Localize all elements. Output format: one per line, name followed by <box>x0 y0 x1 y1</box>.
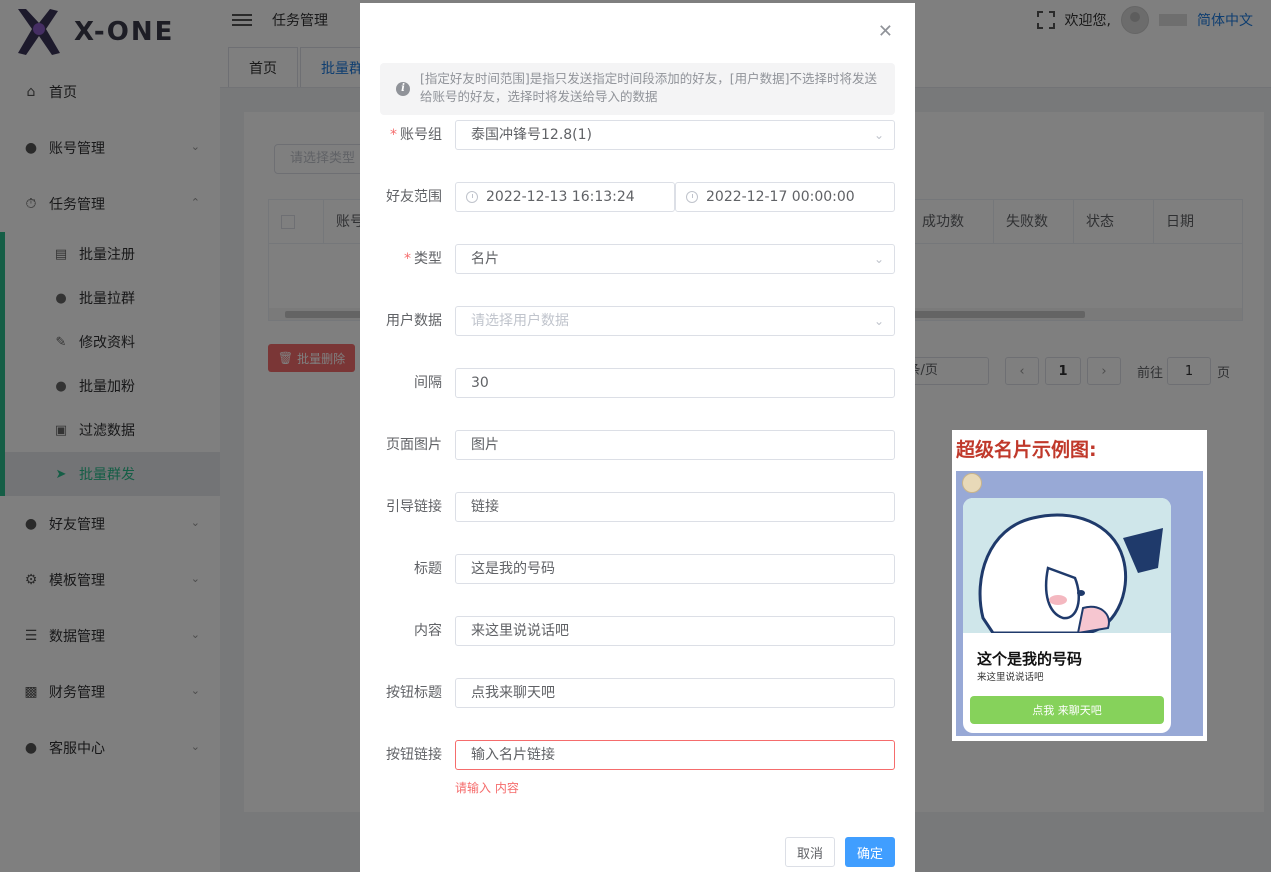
title-input[interactable]: 这是我的号码 <box>455 554 895 584</box>
user-data-select[interactable]: 请选择用户数据 ⌄ <box>455 306 895 336</box>
example-card-button: 点我 来聊天吧 <box>970 696 1164 724</box>
cancel-button[interactable]: 取消 <box>785 837 835 867</box>
send-task-dialog: ✕ i [指定好友时间范围]是指只发送指定时间段添加的好友，[用户数据]不选择时… <box>360 3 915 872</box>
end-date-input[interactable]: 2022-12-17 00:00:00 <box>675 182 895 212</box>
chevron-down-icon: ⌄ <box>873 314 884 328</box>
mini-avatar <box>962 473 982 493</box>
example-image <box>963 498 1171 633</box>
example-card-subtitle: 来这里说说话吧 <box>977 672 1044 683</box>
info-alert: i [指定好友时间范围]是指只发送指定时间段添加的好友，[用户数据]不选择时将发… <box>380 63 895 115</box>
sheep-illustration <box>963 498 1171 633</box>
form-row-account-group: * 账号组 泰国冲锋号12.8(1) ⌄ <box>360 120 915 150</box>
page-image-input[interactable]: 图片 <box>455 430 895 460</box>
field-label: 间隔 <box>414 375 442 391</box>
confirm-button[interactable]: 确定 <box>845 837 895 867</box>
super-card-example: 超级名片示例图: 这个是我的号码 来这里说说话吧 点我 来聊天吧 <box>952 430 1207 741</box>
form-row-content: 内容 来这里说说话吧 <box>360 616 915 646</box>
interval-input[interactable]: 30 <box>455 368 895 398</box>
form-row-type: * 类型 名片 ⌄ <box>360 244 915 274</box>
form-row-button-title: 按钮标题 点我来聊天吧 <box>360 678 915 708</box>
button-link-input[interactable]: 输入名片链接 <box>455 740 895 770</box>
form-row-interval: 间隔 30 <box>360 368 915 398</box>
chevron-down-icon: ⌄ <box>873 128 884 142</box>
validation-error: 请输入 内容 <box>455 781 519 795</box>
field-label: 按钮标题 <box>386 685 442 701</box>
type-select[interactable]: 名片 ⌄ <box>455 244 895 274</box>
form-row-title: 标题 这是我的号码 <box>360 554 915 584</box>
form-row-button-link: 按钮链接 输入名片链接 <box>360 740 915 770</box>
field-label: 好友范围 <box>386 189 442 205</box>
field-label: 用户数据 <box>386 313 442 329</box>
field-label: * 账号组 <box>390 127 442 143</box>
info-icon: i <box>396 82 410 96</box>
example-card: 这个是我的号码 来这里说说话吧 点我 来聊天吧 <box>963 498 1171 733</box>
example-card-title: 这个是我的号码 <box>977 650 1083 668</box>
field-label: 页面图片 <box>386 437 442 453</box>
example-title: 超级名片示例图: <box>956 439 1097 461</box>
example-preview: 这个是我的号码 来这里说说话吧 点我 来聊天吧 <box>956 471 1203 736</box>
field-label: 内容 <box>414 623 442 639</box>
button-title-input[interactable]: 点我来聊天吧 <box>455 678 895 708</box>
clock-icon <box>686 191 698 203</box>
field-label: 引导链接 <box>386 499 442 515</box>
content-input[interactable]: 来这里说说话吧 <box>455 616 895 646</box>
chevron-down-icon: ⌄ <box>873 252 884 266</box>
guide-link-input[interactable]: 链接 <box>455 492 895 522</box>
form-row-user-data: 用户数据 请选择用户数据 ⌄ <box>360 306 915 336</box>
field-label: * 类型 <box>404 251 442 267</box>
form-row-page-image: 页面图片 图片 <box>360 430 915 460</box>
clock-icon <box>466 191 478 203</box>
form-row-friend-range: 好友范围 2022-12-13 16:13:24 2022-12-17 00:0… <box>360 182 915 212</box>
field-label: 按钮链接 <box>386 747 442 763</box>
field-label: 标题 <box>414 561 442 577</box>
account-group-select[interactable]: 泰国冲锋号12.8(1) ⌄ <box>455 120 895 150</box>
close-icon[interactable]: ✕ <box>878 21 893 42</box>
form-row-guide-link: 引导链接 链接 <box>360 492 915 522</box>
info-text: [指定好友时间范围]是指只发送指定时间段添加的好友，[用户数据]不选择时将发送给… <box>420 71 878 104</box>
start-date-input[interactable]: 2022-12-13 16:13:24 <box>455 182 675 212</box>
